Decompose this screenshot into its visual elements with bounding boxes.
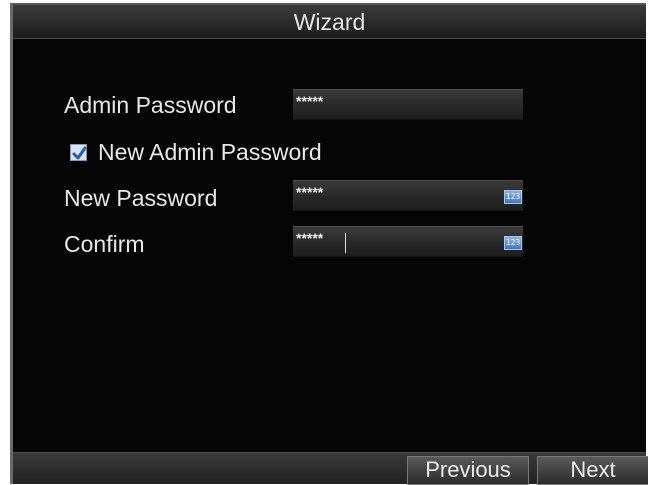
new-admin-password-label: New Admin Password xyxy=(98,139,322,165)
wizard-window: Wizard Admin Password ***** New Admin Pa… xyxy=(10,3,648,485)
admin-password-field[interactable]: ***** xyxy=(293,89,523,120)
checkmark-icon xyxy=(72,146,87,160)
title-bar: Wizard xyxy=(13,5,646,39)
footer-bar: Previous Next xyxy=(13,452,648,485)
new-password-field[interactable]: ***** 123 xyxy=(293,180,523,211)
previous-button[interactable]: Previous xyxy=(407,456,529,485)
confirm-field[interactable]: ***** 123 xyxy=(293,226,523,257)
window-title: Wizard xyxy=(293,9,366,35)
text-cursor xyxy=(345,233,346,253)
confirm-value: ***** xyxy=(296,230,324,246)
numeric-keyboard-icon[interactable]: 123 xyxy=(504,236,522,250)
admin-password-value: ***** xyxy=(296,93,324,109)
new-password-value: ***** xyxy=(296,184,324,200)
next-button[interactable]: Next xyxy=(537,456,648,485)
numeric-keyboard-icon[interactable]: 123 xyxy=(504,190,522,204)
new-admin-password-checkbox[interactable] xyxy=(70,144,87,161)
confirm-label: Confirm xyxy=(64,231,145,257)
new-password-label: New Password xyxy=(64,185,218,211)
admin-password-label: Admin Password xyxy=(64,92,237,118)
